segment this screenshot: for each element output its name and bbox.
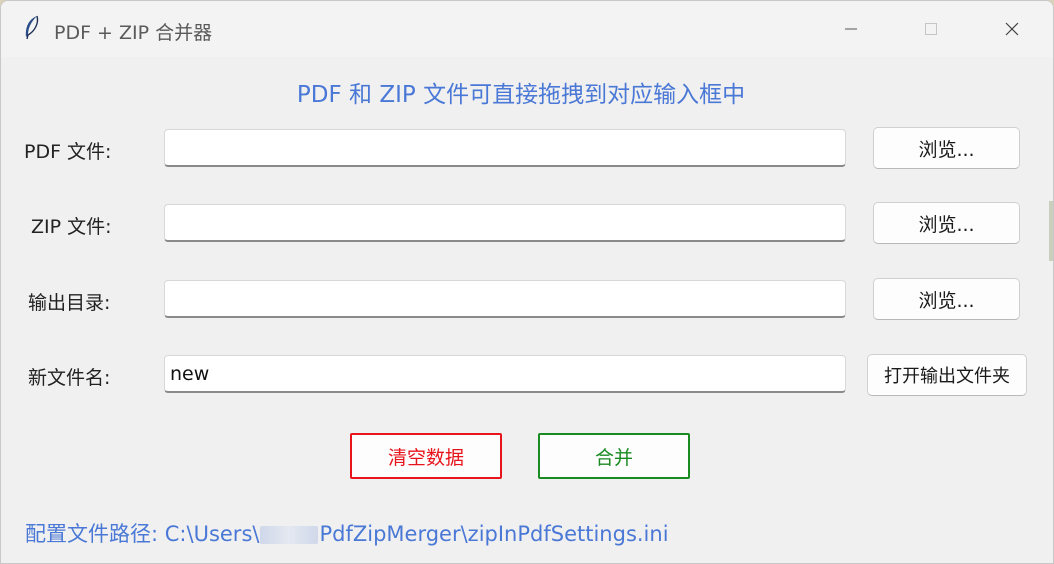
minimize-icon[interactable] [828,9,874,49]
pdf-file-input[interactable] [164,129,846,167]
window-edge [1049,201,1053,261]
config-path-end: PdfZipMerger\zipInPdfSettings.ini [319,522,669,546]
close-icon[interactable] [989,9,1035,49]
browse-output-button[interactable]: 浏览... [873,278,1020,320]
new-file-name-input[interactable] [164,355,846,393]
pdf-file-label: PDF 文件: [24,141,112,163]
open-output-folder-button[interactable]: 打开输出文件夹 [867,354,1027,396]
merge-button[interactable]: 合并 [538,433,690,479]
new-file-name-label: 新文件名: [28,367,111,389]
redacted-username [260,526,319,544]
browse-pdf-button[interactable]: 浏览... [873,127,1020,169]
browse-zip-button[interactable]: 浏览... [873,202,1020,244]
config-path-prefix: 配置文件路径: [25,522,159,546]
config-path-start: C:\Users\ [164,522,260,546]
window-title: PDF + ZIP 合并器 [54,22,213,44]
maximize-icon[interactable] [908,9,954,49]
output-dir-label: 输出目录: [28,292,111,314]
output-dir-input[interactable] [164,280,846,318]
drag-drop-hint: PDF 和 ZIP 文件可直接拖拽到对应输入框中 [296,82,746,108]
zip-file-label: ZIP 文件: [31,216,112,238]
zip-file-input[interactable] [164,204,846,242]
clear-data-button[interactable]: 清空数据 [350,433,502,479]
main-window: PDF + ZIP 合并器 PDF 和 ZIP 文件可直接拖拽到对应输入框中 P… [0,0,1054,564]
feather-icon [21,15,43,41]
config-path: 配置文件路径: C:\Users\ PdfZipMerger\zipInPdfSe… [25,518,669,548]
title-bar[interactable]: PDF + ZIP 合并器 [1,1,1053,57]
